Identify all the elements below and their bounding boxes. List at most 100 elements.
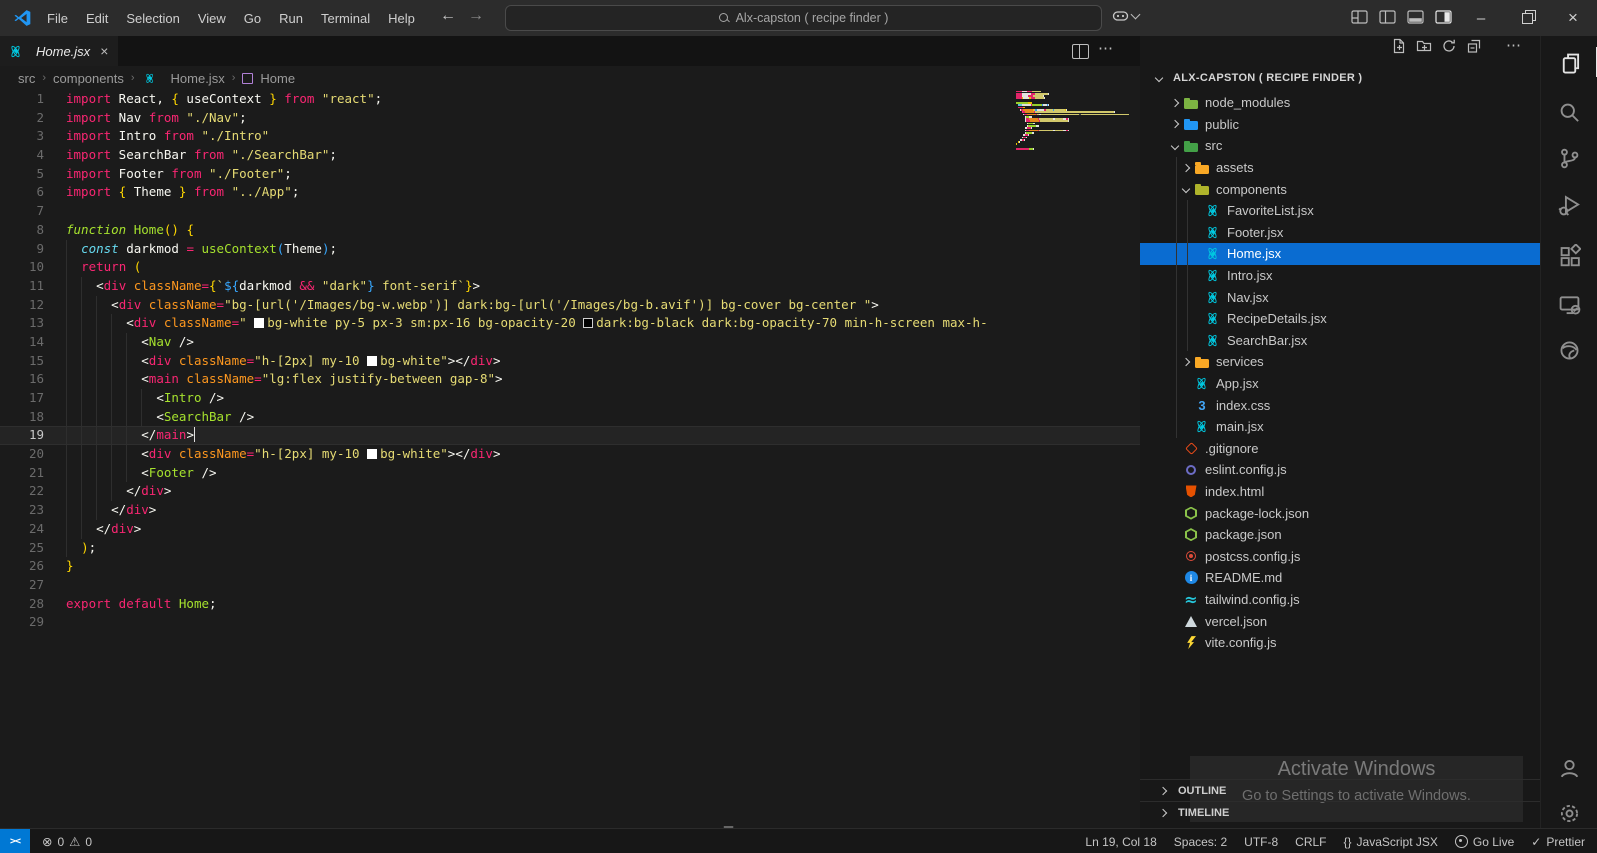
tree-item-intro-jsx[interactable]: Intro.jsx bbox=[1140, 265, 1540, 287]
new-file-icon[interactable] bbox=[1391, 38, 1407, 54]
code-line-12[interactable]: 12 <div className="bg-[url('/Images/bg-w… bbox=[0, 295, 1140, 315]
timeline-section[interactable]: TIMELINE bbox=[1140, 801, 1540, 824]
status-go-live[interactable]: Go Live bbox=[1454, 835, 1514, 849]
menu-go[interactable]: Go bbox=[235, 11, 270, 26]
code-line-8[interactable]: 8 function Home() { bbox=[0, 221, 1140, 240]
code-line-15[interactable]: 15 <div className="h-[2px] my-10 bg-whit… bbox=[0, 351, 1140, 371]
tree-item--gitignore[interactable]: .gitignore bbox=[1140, 438, 1540, 460]
code-line-9[interactable]: 9 const darkmod = useContext(Theme); bbox=[0, 239, 1140, 259]
tab-close-icon[interactable]: × bbox=[100, 43, 108, 59]
menu-file[interactable]: File bbox=[38, 11, 77, 26]
customize-layout-icon[interactable] bbox=[1351, 10, 1368, 24]
code-content[interactable]: 1 import React, { useContext } from "reac… bbox=[0, 90, 1140, 632]
tree-item-src[interactable]: src bbox=[1140, 135, 1540, 157]
tree-item-main-jsx[interactable]: main.jsx bbox=[1140, 416, 1540, 438]
code-line-2[interactable]: 2 import Nav from "./Nav"; bbox=[0, 109, 1140, 128]
toggle-secondary-sidebar-icon[interactable] bbox=[1435, 10, 1452, 24]
tree-item-services[interactable]: services bbox=[1140, 351, 1540, 373]
status-prettier[interactable]: ✓ Prettier bbox=[1531, 835, 1585, 849]
code-line-14[interactable]: 14 <Nav /> bbox=[0, 332, 1140, 352]
toggle-panel-icon[interactable] bbox=[1407, 10, 1424, 24]
browser-preview-icon[interactable] bbox=[1541, 330, 1597, 370]
split-editor-icon[interactable] bbox=[1072, 44, 1089, 59]
tree-item-components[interactable]: components bbox=[1140, 178, 1540, 200]
code-line-5[interactable]: 5 import Footer from "./Footer"; bbox=[0, 165, 1140, 184]
menu-view[interactable]: View bbox=[189, 11, 235, 26]
tree-item-recipedetails-jsx[interactable]: RecipeDetails.jsx bbox=[1140, 308, 1540, 330]
editor-more-actions-icon[interactable]: ⋯ bbox=[1098, 39, 1114, 57]
tree-item-searchbar-jsx[interactable]: SearchBar.jsx bbox=[1140, 330, 1540, 352]
code-line-10[interactable]: 10 return ( bbox=[0, 258, 1140, 277]
code-line-11[interactable]: 11 <div className={`${darkmod && "dark"}… bbox=[0, 276, 1140, 296]
code-line-7[interactable]: 7 bbox=[0, 202, 1140, 221]
status-utf-8[interactable]: UTF-8 bbox=[1244, 835, 1278, 849]
code-line-17[interactable]: 17 <Intro /> bbox=[0, 389, 1140, 408]
menu-run[interactable]: Run bbox=[270, 11, 312, 26]
code-line-13[interactable]: 13 <div className=" bg-white py-5 px-3 s… bbox=[0, 314, 1140, 333]
code-line-26[interactable]: 26} bbox=[0, 557, 1140, 576]
code-line-19[interactable]: 19 </main> bbox=[0, 426, 1140, 446]
minimize-button[interactable]: – bbox=[1458, 0, 1504, 36]
command-center-search[interactable]: Alx-capston ( recipe finder ) bbox=[505, 5, 1102, 31]
menu-terminal[interactable]: Terminal bbox=[312, 11, 379, 26]
collapse-all-icon[interactable] bbox=[1466, 38, 1482, 54]
toggle-primary-sidebar-icon[interactable] bbox=[1379, 10, 1396, 24]
code-line-16[interactable]: 16 <main className="lg:flex justify-betw… bbox=[0, 370, 1140, 389]
breadcrumb-item[interactable]: Home.jsx bbox=[171, 71, 225, 86]
restore-button[interactable] bbox=[1504, 0, 1550, 36]
tree-item-node-modules[interactable]: node_modules bbox=[1140, 92, 1540, 114]
tree-item-app-jsx[interactable]: App.jsx bbox=[1140, 373, 1540, 395]
breadcrumb-item[interactable]: src bbox=[18, 71, 35, 86]
status-javascript-jsx[interactable]: {} JavaScript JSX bbox=[1344, 835, 1438, 849]
menu-help[interactable]: Help bbox=[379, 11, 424, 26]
tree-item-index-html[interactable]: index.html bbox=[1140, 481, 1540, 503]
tree-item-vite-config-js[interactable]: vite.config.js bbox=[1140, 632, 1540, 654]
refresh-icon[interactable] bbox=[1441, 38, 1457, 54]
forward-arrow-icon[interactable]: → bbox=[468, 7, 484, 25]
sidebar-more-actions-icon[interactable]: ⋯ bbox=[1506, 36, 1522, 54]
search-icon[interactable] bbox=[1541, 92, 1597, 132]
copilot-icon[interactable] bbox=[1112, 9, 1141, 23]
tree-item-package-json[interactable]: package.json bbox=[1140, 524, 1540, 546]
breadcrumb-item[interactable]: components bbox=[53, 71, 124, 86]
tree-item-readme-md[interactable]: README.md bbox=[1140, 567, 1540, 589]
tree-item-favoritelist-jsx[interactable]: FavoriteList.jsx bbox=[1140, 200, 1540, 222]
close-button[interactable]: × bbox=[1550, 0, 1596, 36]
breadcrumb-item[interactable]: Home bbox=[260, 71, 295, 86]
code-line-20[interactable]: 20 <div className="h-[2px] my-10 bg-whit… bbox=[0, 445, 1140, 464]
code-editor[interactable]: 1 import React, { useContext } from "reac… bbox=[0, 90, 1140, 828]
tree-item-home-jsx[interactable]: Home.jsx bbox=[1140, 243, 1540, 265]
code-line-6[interactable]: 6 import { Theme } from "../App"; bbox=[0, 183, 1140, 202]
tree-item-public[interactable]: public bbox=[1140, 114, 1540, 136]
tree-item-package-lock-json[interactable]: package-lock.json bbox=[1140, 502, 1540, 524]
tree-item-eslint-config-js[interactable]: eslint.config.js bbox=[1140, 459, 1540, 481]
code-line-1[interactable]: 1 import React, { useContext } from "reac… bbox=[0, 90, 1140, 109]
status-crlf[interactable]: CRLF bbox=[1295, 835, 1326, 849]
extensions-icon[interactable] bbox=[1541, 235, 1597, 275]
new-folder-icon[interactable] bbox=[1416, 38, 1432, 54]
explorer-section-header[interactable]: ALX-CAPSTON ( RECIPE FINDER ) bbox=[1140, 66, 1540, 90]
source-control-icon[interactable] bbox=[1541, 138, 1597, 178]
tree-item-footer-jsx[interactable]: Footer.jsx bbox=[1140, 222, 1540, 244]
remote-indicator-button[interactable]: >< bbox=[0, 829, 30, 853]
account-icon[interactable] bbox=[1541, 748, 1597, 788]
status-spaces-2[interactable]: Spaces: 2 bbox=[1174, 835, 1227, 849]
code-line-27[interactable]: 27 bbox=[0, 576, 1140, 595]
tree-item-assets[interactable]: assets bbox=[1140, 157, 1540, 179]
minimap[interactable] bbox=[1016, 90, 1134, 153]
code-line-29[interactable]: 29 bbox=[0, 613, 1140, 632]
code-line-23[interactable]: 23 </div> bbox=[0, 501, 1140, 520]
code-line-4[interactable]: 4 import SearchBar from "./SearchBar"; bbox=[0, 146, 1140, 165]
remote-explorer-icon[interactable] bbox=[1541, 284, 1597, 324]
code-line-3[interactable]: 3 import Intro from "./Intro" bbox=[0, 127, 1140, 146]
code-line-22[interactable]: 22 </div> bbox=[0, 482, 1140, 502]
explorer-icon[interactable] bbox=[1541, 42, 1597, 82]
back-arrow-icon[interactable]: ← bbox=[440, 7, 456, 25]
outline-section[interactable]: OUTLINE bbox=[1140, 779, 1540, 802]
code-line-25[interactable]: 25 ); bbox=[0, 538, 1140, 558]
code-line-21[interactable]: 21 <Footer /> bbox=[0, 463, 1140, 483]
tab-home-jsx[interactable]: Home.jsx × bbox=[0, 36, 118, 66]
code-line-18[interactable]: 18 <SearchBar /> bbox=[0, 407, 1140, 427]
menu-edit[interactable]: Edit bbox=[77, 11, 117, 26]
status-ln-19-col-18[interactable]: Ln 19, Col 18 bbox=[1085, 835, 1156, 849]
